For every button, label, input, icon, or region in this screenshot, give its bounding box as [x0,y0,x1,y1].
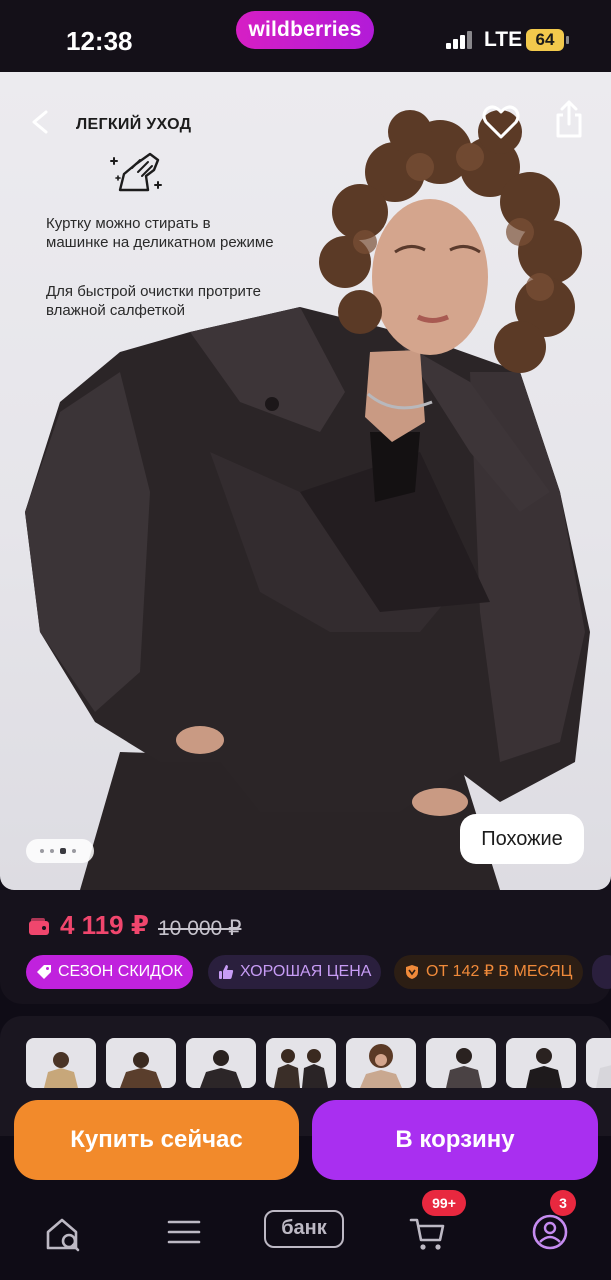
nav-catalog[interactable] [166,1210,202,1256]
buy-now-button[interactable]: Купить сейчас [14,1100,299,1180]
thumbnail-item[interactable] [266,1038,336,1088]
brand-logo[interactable]: wildberries [236,11,374,49]
product-image [25,110,590,890]
badge-sale-label: СЕЗОН СКИДОК [58,963,183,980]
favorite-button[interactable] [480,102,522,142]
nav-home[interactable] [44,1210,84,1256]
chevron-left-icon [32,110,48,134]
wallet-icon [28,918,50,936]
badge-installment[interactable]: ОТ 142 ₽ В МЕСЯЦ [394,955,583,989]
similar-button[interactable]: Похожие [460,814,584,864]
home-search-icon [46,1218,80,1252]
care-text-wash: Куртку можно стирать в машинке на делика… [46,215,274,251]
nav-profile[interactable]: 3 [530,1190,582,1256]
product-photo[interactable]: ЛЕГКИЙ УХОД Куртку можно стирать в машин… [0,72,611,890]
old-price: 10 000 ₽ [158,917,242,940]
gallery-indicator [26,839,94,863]
thumbnail-item[interactable] [586,1038,611,1088]
thumbs-up-icon [219,965,234,979]
thumbnail-item[interactable] [426,1038,496,1088]
badge-season-sale[interactable]: СЕЗОН СКИДОК [26,955,193,989]
nav-bank[interactable]: банк [264,1210,344,1256]
thumbnail-item[interactable] [346,1038,416,1088]
thumbnail-item[interactable] [26,1038,96,1088]
network-label: LTE [484,28,523,51]
share-button[interactable] [550,98,588,140]
menu-icon [167,1220,201,1244]
add-to-cart-button[interactable]: В корзину [312,1100,598,1180]
nav-cart[interactable]: 99+ [408,1190,468,1256]
heart-icon [482,105,520,139]
back-button[interactable] [22,102,58,142]
shield-icon [406,965,418,979]
badge-good-price[interactable]: ХОРОШАЯ ЦЕНА [208,955,382,989]
current-price: 4 119 ₽ [60,910,149,940]
status-bar: 12:38 wildberries LTE 64 [0,0,611,72]
profile-badge: 3 [550,1190,576,1216]
signal-icon [446,31,472,49]
bottom-navigation: банк 99+ 3 [0,1186,611,1280]
cart-badge: 99+ [422,1190,466,1216]
care-text-clean: Для быстрой очистки протрите влажной сал… [46,283,261,319]
share-icon [556,100,582,138]
badge-installment-label: ОТ 142 ₽ В МЕСЯЦ [426,963,573,980]
badge-more[interactable] [592,955,611,989]
tag-icon [37,965,51,979]
thumbnail-item[interactable] [106,1038,176,1088]
thumbnail-item[interactable] [506,1038,576,1088]
care-title: ЛЕГКИЙ УХОД [76,116,192,133]
profile-icon [532,1214,568,1250]
thumbnail-item[interactable] [186,1038,256,1088]
bank-label: банк [264,1210,344,1248]
cart-icon [409,1218,445,1250]
badge-good-label: ХОРОШАЯ ЦЕНА [240,963,372,980]
wipe-hand-icon [106,144,166,204]
battery-tip [566,36,569,44]
status-time: 12:38 [66,26,133,56]
battery-icon: 64 [526,29,564,51]
